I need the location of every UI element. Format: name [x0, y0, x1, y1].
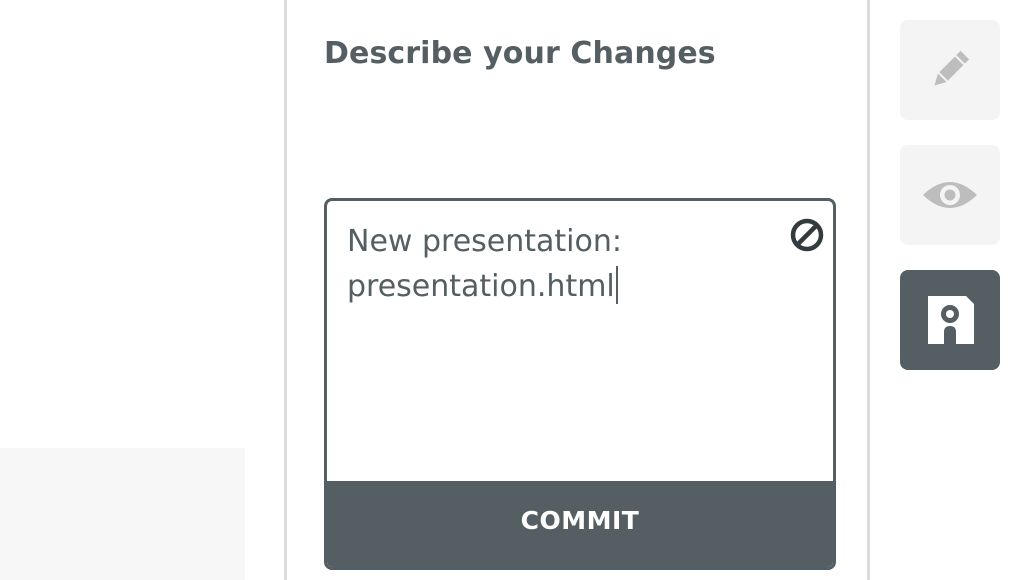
eye-icon: [921, 175, 979, 215]
editor-page: Describe your Changes New presentation: …: [0, 0, 1018, 580]
save-button[interactable]: [900, 270, 1000, 370]
clear-icon[interactable]: [789, 217, 825, 253]
commit-message-text[interactable]: New presentation: presentation.html: [347, 219, 777, 309]
save-icon: [922, 292, 978, 348]
pencil-icon: [926, 46, 974, 94]
text-cursor: [615, 266, 618, 304]
edit-button[interactable]: [900, 20, 1000, 120]
commit-message-line-2: presentation.html: [347, 269, 615, 304]
panel-title: Describe your Changes: [324, 36, 716, 71]
preview-button[interactable]: [900, 145, 1000, 245]
commit-message-line-1: New presentation:: [347, 224, 622, 259]
content-placeholder-block: [0, 448, 245, 580]
commit-panel: Describe your Changes New presentation: …: [284, 0, 870, 580]
commit-message-field[interactable]: New presentation: presentation.html COMM…: [324, 198, 836, 570]
commit-button[interactable]: COMMIT: [327, 481, 833, 567]
content-area: [0, 0, 284, 580]
